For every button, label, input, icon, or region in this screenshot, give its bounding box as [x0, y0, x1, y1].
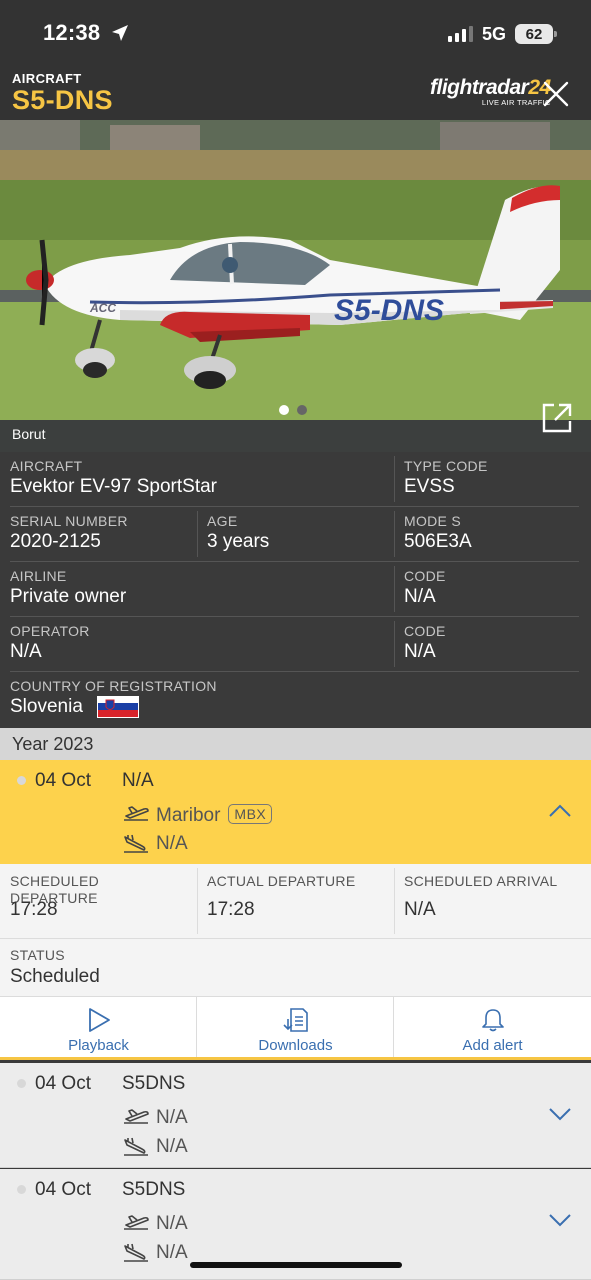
operator-label: OPERATOR	[10, 623, 90, 639]
airline-label: AIRLINE	[10, 568, 67, 584]
slovenia-flag-icon	[96, 696, 139, 718]
flightradar24-logo: flightradar24 LIVE AIR TRAFFIC	[430, 76, 551, 107]
playback-button[interactable]: Playback	[0, 997, 197, 1057]
photo-credit: Borut	[12, 426, 46, 442]
close-icon[interactable]	[542, 80, 570, 108]
open-external-icon[interactable]	[541, 402, 573, 434]
age-value: 3 years	[207, 531, 270, 552]
departure-airport: Maribor	[156, 805, 221, 826]
details-row-aircraft: AIRCRAFT Evektor EV-97 SportStar TYPE COD…	[0, 452, 591, 507]
flight-number: S5DNS	[122, 1073, 186, 1094]
add-alert-label: Add alert	[462, 1037, 523, 1054]
year-header: Year 2023	[0, 728, 591, 760]
status-dot	[17, 776, 26, 785]
mode-s-value: 506E3A	[404, 531, 472, 552]
departure-airport: N/A	[156, 1107, 188, 1128]
takeoff-icon	[124, 806, 149, 821]
operator-code-label: CODE	[404, 623, 446, 639]
serial-value: 2020-2125	[10, 531, 101, 552]
chevron-up-icon[interactable]	[548, 804, 572, 818]
departure-airport: N/A	[156, 1213, 188, 1234]
battery-icon: 62	[515, 24, 557, 44]
airline-code-value: N/A	[404, 586, 436, 607]
operator-code-value: N/A	[404, 641, 436, 662]
age-label: AGE	[207, 513, 238, 529]
status-bar: 12:38 5G 62	[0, 0, 591, 66]
download-icon	[282, 1008, 308, 1032]
header-caption: AIRCRAFT	[12, 71, 82, 86]
status-label: STATUS	[10, 947, 65, 963]
country-label: COUNTRY OF REGISTRATION	[10, 678, 217, 694]
status-time: 12:38	[43, 20, 101, 45]
country-value: Slovenia	[10, 696, 83, 718]
details-row-operator: OPERATOR N/A CODE N/A	[0, 617, 591, 672]
status-dot	[17, 1185, 26, 1194]
playback-label: Playback	[68, 1037, 129, 1054]
type-code-value: EVSS	[404, 476, 455, 497]
scheduled-departure-value: 17:28	[10, 899, 58, 920]
takeoff-icon	[124, 1215, 149, 1230]
battery-level: 62	[525, 25, 543, 43]
scheduled-arrival-label: SCHEDULED ARRIVAL	[404, 873, 558, 889]
actual-departure-label: ACTUAL DEPARTURE	[207, 873, 356, 889]
type-code-label: TYPE CODE	[404, 458, 488, 474]
mode-s-label: MODE S	[404, 513, 462, 529]
arrival-airport: N/A	[156, 1242, 188, 1263]
status-value: Scheduled	[10, 966, 100, 987]
signal-strength-icon	[448, 26, 473, 42]
landing-icon	[124, 1243, 148, 1262]
scheduled-arrival-value: N/A	[404, 899, 436, 920]
home-indicator[interactable]	[190, 1262, 402, 1268]
location-arrow-icon	[112, 25, 128, 41]
landing-icon	[124, 834, 148, 853]
departure-code-badge: MBX	[228, 804, 273, 824]
aircraft-header: AIRCRAFT S5-DNS flightradar24 LIVE AIR T…	[0, 66, 591, 120]
flight-date: 04 Oct	[35, 770, 91, 791]
network-type: 5G	[482, 24, 507, 44]
chevron-down-icon[interactable]	[548, 1107, 572, 1121]
play-icon	[88, 1008, 110, 1032]
photo-pagination	[279, 405, 307, 415]
arrival-airport: N/A	[156, 833, 188, 854]
flight-number: S5DNS	[122, 1179, 186, 1200]
flight-row-expanded[interactable]: 04 Oct N/A Maribor MBX N/A	[0, 760, 591, 864]
serial-label: SERIAL NUMBER	[10, 513, 128, 529]
aircraft-registration: S5-DNS	[12, 85, 113, 115]
details-row-country: COUNTRY OF REGISTRATION Slovenia	[0, 672, 591, 727]
downloads-label: Downloads	[258, 1037, 333, 1054]
bell-icon	[481, 1009, 504, 1032]
chevron-down-icon[interactable]	[548, 1213, 572, 1227]
details-row-serial: SERIAL NUMBER 2020-2125 AGE 3 years MODE S…	[0, 507, 591, 562]
landing-icon	[124, 1137, 148, 1156]
flight-status: STATUS Scheduled	[0, 939, 591, 997]
nose-lettering: ACC	[89, 301, 116, 315]
arrival-airport: N/A	[156, 1136, 188, 1157]
aircraft-value: Evektor EV-97 SportStar	[10, 476, 217, 497]
aircraft-photo[interactable]: ACC S5-DNS	[0, 120, 591, 452]
flight-date: 04 Oct	[35, 1073, 91, 1094]
actual-departure-value: 17:28	[207, 899, 255, 920]
takeoff-icon	[124, 1109, 149, 1124]
livery-registration: S5-DNS	[334, 294, 444, 327]
add-alert-button[interactable]: Add alert	[394, 997, 591, 1057]
brand-name: flightradar	[430, 76, 529, 99]
flight-number: N/A	[122, 770, 154, 791]
page-dot[interactable]	[297, 405, 307, 415]
airline-value: Private owner	[10, 586, 127, 607]
airline-code-label: CODE	[404, 568, 446, 584]
aircraft-photo-image: ACC S5-DNS	[0, 120, 591, 452]
flight-row[interactable]: 04 Oct S5DNS N/A N/A	[0, 1063, 591, 1168]
flight-actions: Playback Downloads Add alert	[0, 997, 591, 1060]
year-label: Year 2023	[12, 734, 94, 754]
details-row-airline: AIRLINE Private owner CODE N/A	[0, 562, 591, 617]
downloads-button[interactable]: Downloads	[197, 997, 394, 1057]
aircraft-details: AIRCRAFT Evektor EV-97 SportStar TYPE COD…	[0, 452, 591, 728]
aircraft-label: AIRCRAFT	[10, 458, 83, 474]
status-dot	[17, 1079, 26, 1088]
page-dot-active[interactable]	[279, 405, 289, 415]
operator-value: N/A	[10, 641, 42, 662]
flight-date: 04 Oct	[35, 1179, 91, 1200]
flight-schedule-details: SCHEDULED DEPARTURE 17:28 ACTUAL DEPARTU…	[0, 864, 591, 939]
